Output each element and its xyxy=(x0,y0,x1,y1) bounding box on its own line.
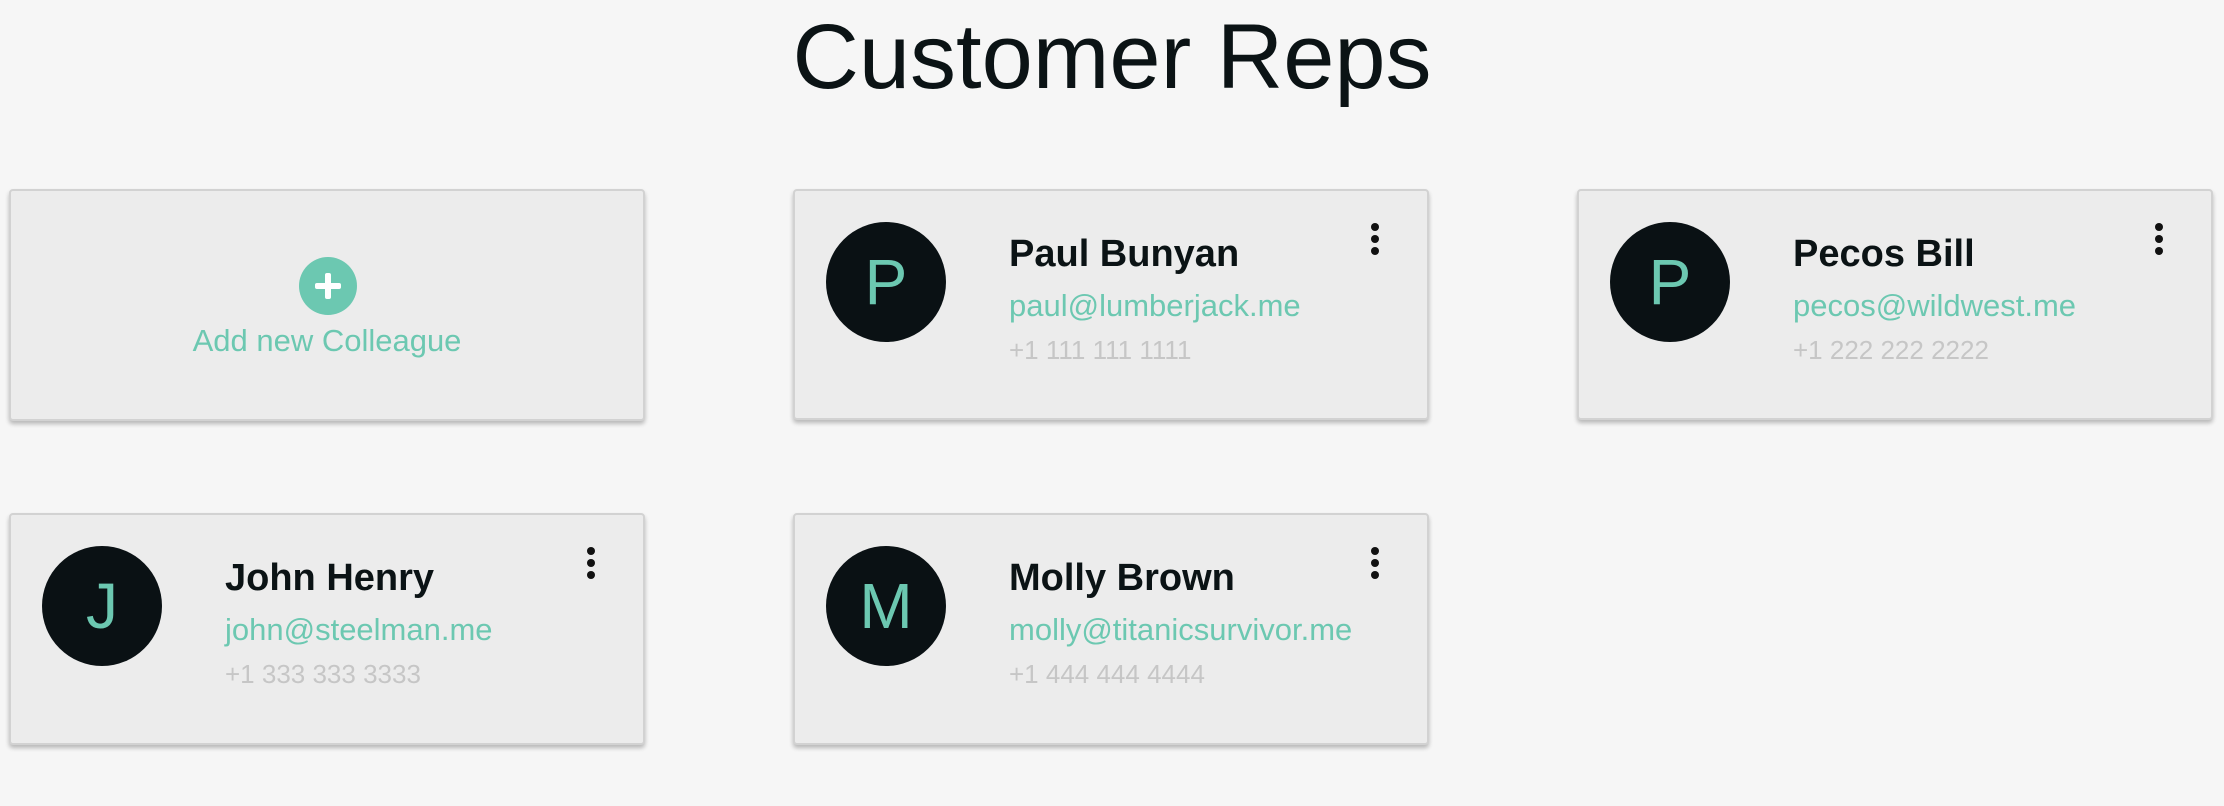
rep-phone: +1 111 111 1111 xyxy=(1009,335,1192,365)
avatar: P xyxy=(1610,222,1730,342)
avatar: M xyxy=(826,546,946,666)
more-vertical-icon[interactable] xyxy=(581,545,601,585)
rep-email-link[interactable]: pecos@wildwest.me xyxy=(1793,287,2076,325)
more-vertical-icon[interactable] xyxy=(1365,545,1385,585)
avatar: P xyxy=(826,222,946,342)
add-colleague-label[interactable]: Add new Colleague xyxy=(11,321,643,361)
plus-circle-icon[interactable] xyxy=(299,257,357,315)
more-vertical-icon[interactable] xyxy=(2149,221,2169,261)
rep-phone: +1 333 333 3333 xyxy=(225,659,421,689)
rep-name: Paul Bunyan xyxy=(1009,233,1240,275)
rep-card: M Molly Brown molly@titanicsurvivor.me +… xyxy=(793,513,1429,745)
rep-email-link[interactable]: john@steelman.me xyxy=(225,611,493,649)
add-colleague-card[interactable]: Add new Colleague xyxy=(9,189,645,421)
rep-card: P Pecos Bill pecos@wildwest.me +1 222 22… xyxy=(1577,189,2213,420)
rep-name: Pecos Bill xyxy=(1793,233,1975,275)
rep-name: John Henry xyxy=(225,557,435,599)
more-vertical-icon[interactable] xyxy=(1365,221,1385,261)
rep-email-link[interactable]: paul@lumberjack.me xyxy=(1009,287,1301,325)
rep-card: P Paul Bunyan paul@lumberjack.me +1 111 … xyxy=(793,189,1429,420)
rep-phone: +1 222 222 2222 xyxy=(1793,335,1989,365)
rep-card: J John Henry john@steelman.me +1 333 333… xyxy=(9,513,645,745)
avatar: J xyxy=(42,546,162,666)
rep-name: Molly Brown xyxy=(1009,557,1235,599)
rep-phone: +1 444 444 4444 xyxy=(1009,659,1205,689)
page-title: Customer Reps xyxy=(792,6,1432,108)
rep-email-link[interactable]: molly@titanicsurvivor.me xyxy=(1009,611,1352,649)
